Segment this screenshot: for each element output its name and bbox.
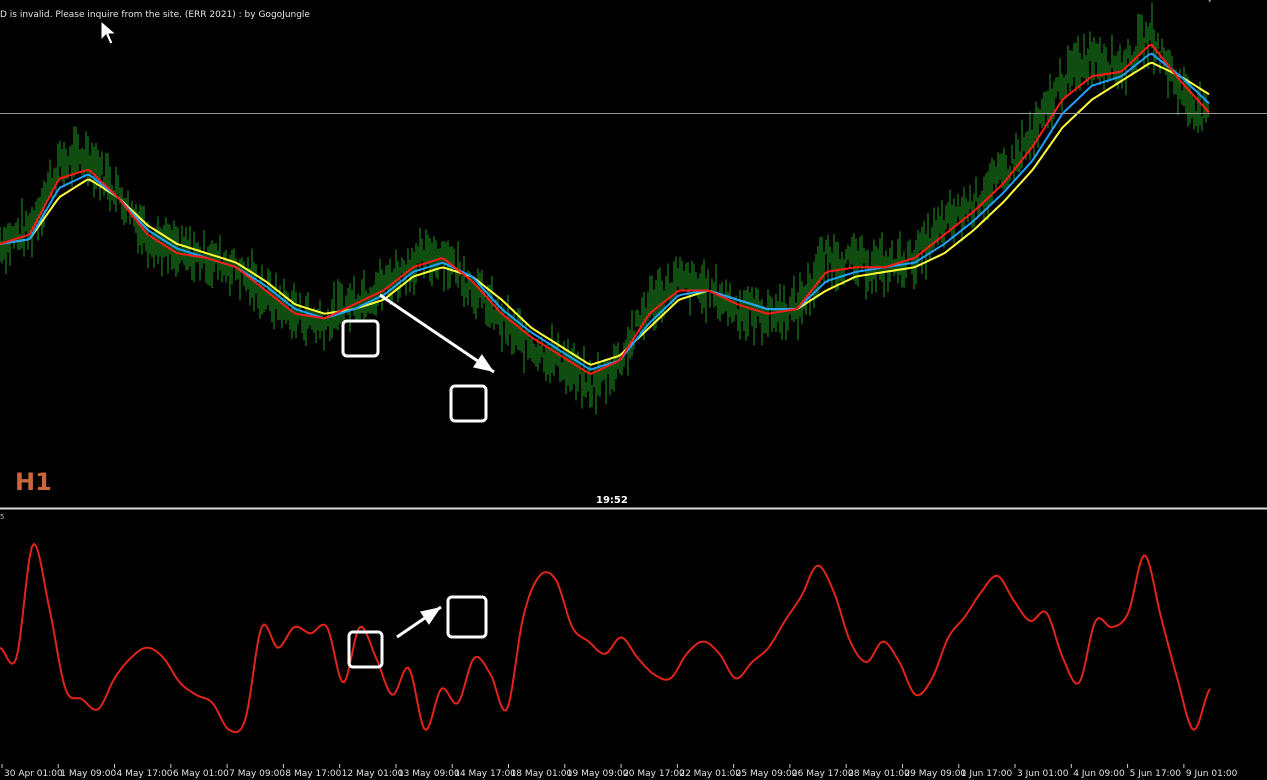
ma-mid-line: [0, 52, 1210, 371]
x-tick-label: 26 May 17:00: [792, 769, 854, 779]
x-tick-label: 6 May 01:00: [173, 769, 229, 779]
x-tick-label: 8 May 17:00: [285, 769, 341, 779]
x-tick-label: 18 May 01:00: [511, 769, 573, 779]
window-close-icon[interactable]: ▾: [1207, 0, 1212, 6]
oscillator-panel: [0, 542, 1211, 734]
annotation-overlays: [341, 293, 495, 669]
x-tick-label: 25 May 09:00: [736, 769, 798, 779]
x-tick-label: 20 May 17:00: [623, 769, 685, 779]
time-label: 19:52: [596, 495, 628, 506]
main-price-panel: [0, 2, 1267, 415]
x-tick-label: 14 May 17:00: [454, 769, 516, 779]
marker-box: [341, 319, 380, 358]
x-tick-label: 1 May 09:00: [60, 769, 116, 779]
x-tick-label: 13 May 09:00: [398, 769, 460, 779]
x-tick-label: 9 Jun 01:00: [1186, 769, 1238, 779]
x-tick-label: 29 May 09:00: [904, 769, 966, 779]
x-tick-label: 30 Apr 01:00: [4, 769, 63, 779]
ma-slow-line: [0, 61, 1210, 366]
marker-box: [446, 595, 488, 639]
subwindow-value-label: 5: [0, 513, 5, 521]
price-bars: [0, 2, 1209, 415]
x-tick-label: 3 Jun 01:00: [1017, 769, 1069, 779]
x-tick-label: 4 May 17:00: [117, 769, 173, 779]
marker-box: [449, 384, 488, 423]
chart-canvas: 30 Apr 01:001 May 09:00 4 May 17:00 6 May …: [0, 2, 1267, 779]
x-tick-label: 28 May 01:00: [848, 769, 910, 779]
x-tick-label: 19 May 09:00: [567, 769, 629, 779]
x-tick-label: 22 May 01:00: [679, 769, 741, 779]
x-tick-label: 7 May 09:00: [229, 769, 285, 779]
mouse-cursor-icon: [100, 20, 118, 45]
x-tick-label: 4 Jun 09:00: [1073, 769, 1125, 779]
x-tick-label: 1 Jun 17:00: [961, 769, 1013, 779]
oscillator-line: [0, 542, 1211, 734]
ma-fast-line: [0, 43, 1210, 375]
arrow-up-right-icon-head: [419, 607, 441, 625]
arrow-down-right-icon: [379, 293, 495, 374]
error-message: D is invalid. Please inquire from the si…: [0, 10, 310, 20]
timeframe-label: H1: [15, 468, 52, 496]
x-tick-label: 12 May 01:00: [342, 769, 404, 779]
arrow-down-right-icon-head: [472, 354, 494, 372]
x-axis: 30 Apr 01:001 May 09:00 4 May 17:00 6 May …: [1, 764, 1238, 779]
x-tick-label: 5 Jun 17:00: [1130, 769, 1182, 779]
